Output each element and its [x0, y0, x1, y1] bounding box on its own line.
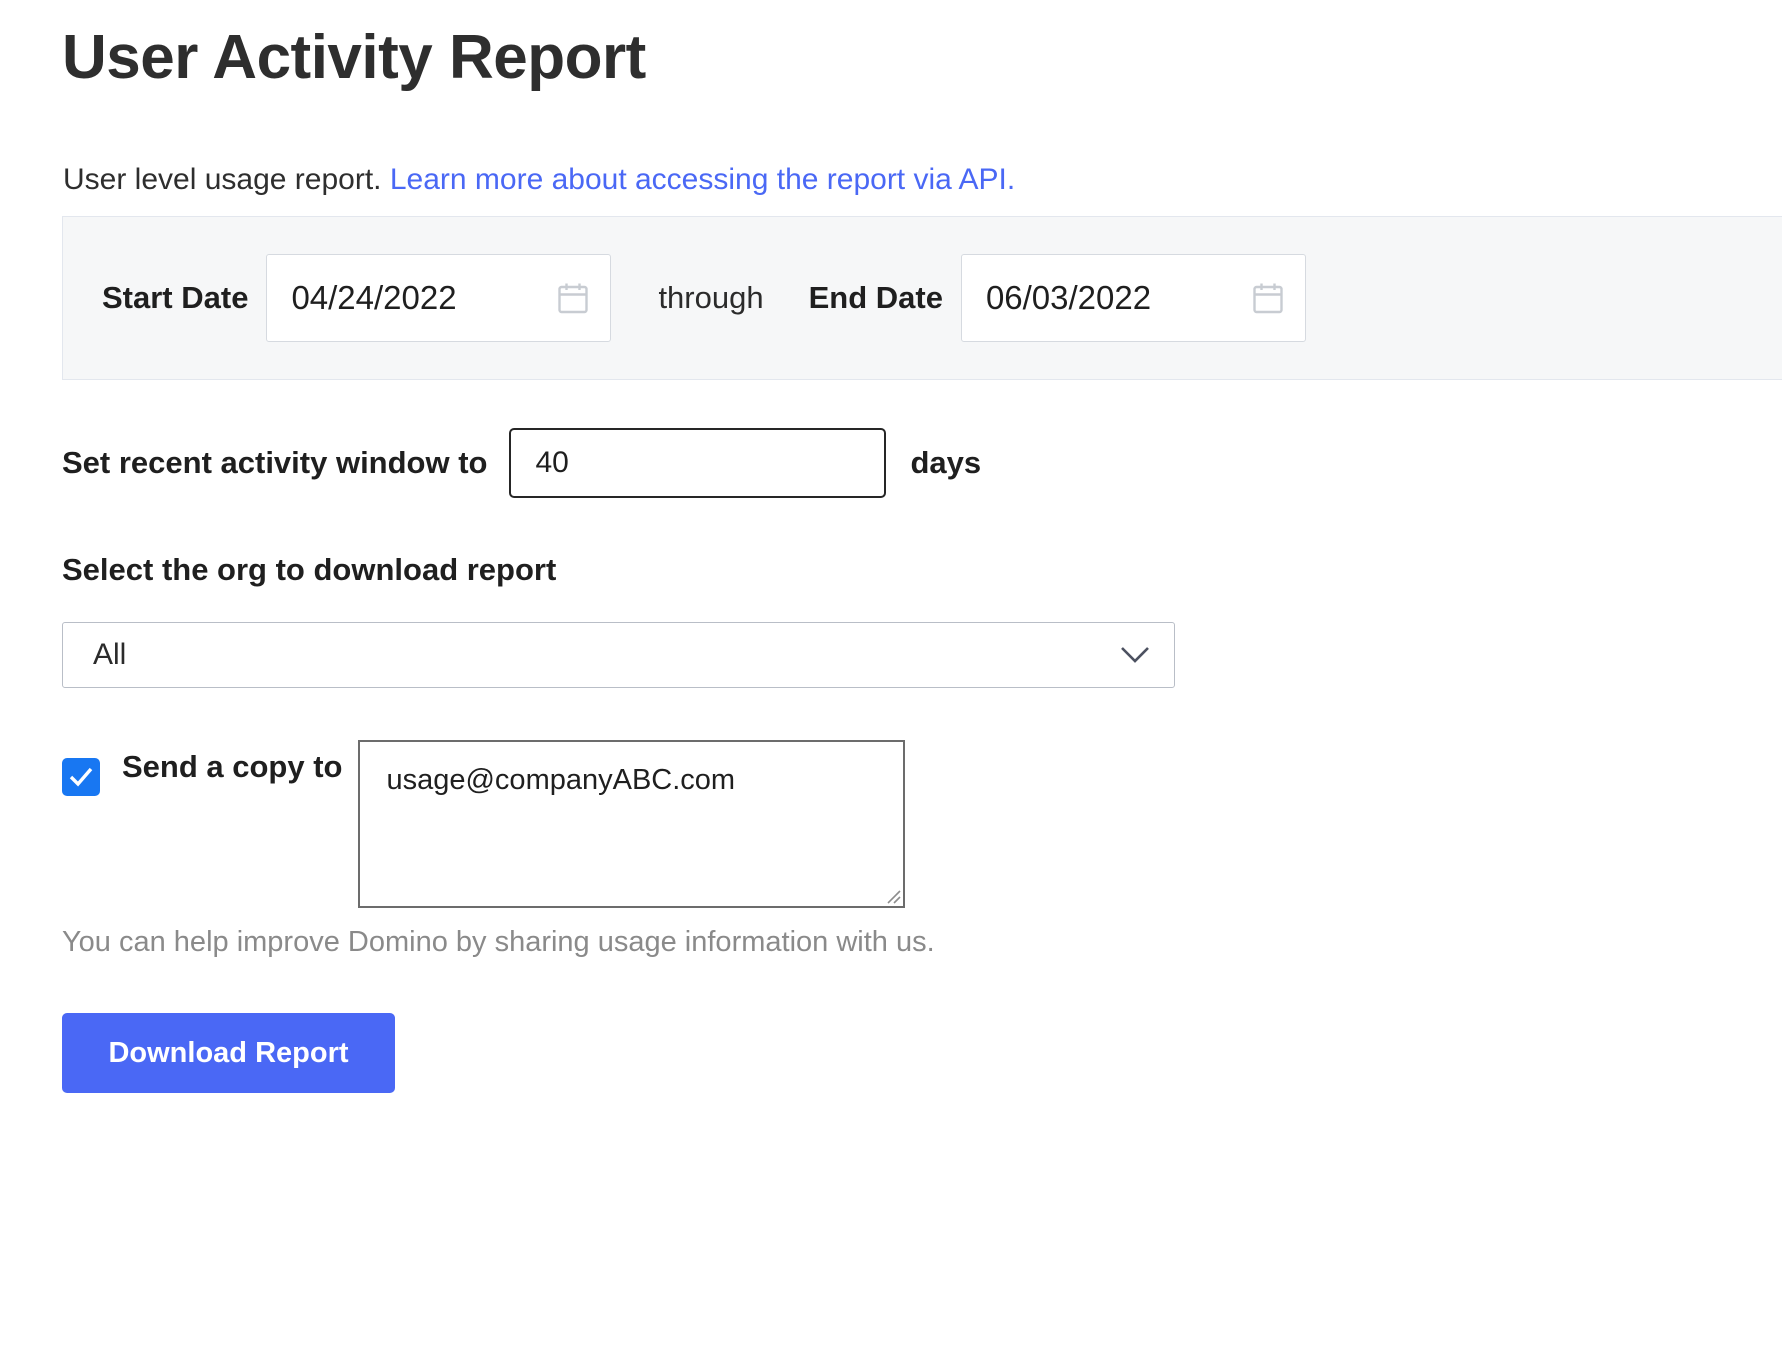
- start-date-input[interactable]: 04/24/2022: [266, 254, 612, 342]
- check-icon: [69, 767, 93, 787]
- date-range-panel: Start Date 04/24/2022 through End Date 0…: [62, 216, 1782, 380]
- start-date-value: 04/24/2022: [291, 279, 457, 316]
- through-label: through: [658, 280, 764, 315]
- send-copy-checkbox[interactable]: [62, 758, 100, 796]
- send-copy-label: Send a copy to: [122, 749, 343, 784]
- send-copy-row: Send a copy to usage@companyABC.com: [62, 740, 906, 908]
- page-title: User Activity Report: [62, 23, 646, 92]
- activity-window-row: Set recent activity window to 40 days: [62, 428, 981, 498]
- calendar-icon[interactable]: [558, 282, 589, 314]
- email-recipients-value: usage@companyABC.com: [386, 764, 736, 796]
- org-select-value: All: [93, 638, 127, 671]
- download-report-button[interactable]: Download Report: [62, 1013, 395, 1093]
- calendar-icon[interactable]: [1253, 282, 1283, 314]
- email-recipients-textarea[interactable]: usage@companyABC.com: [358, 740, 906, 908]
- start-date-label: Start Date: [102, 280, 249, 315]
- subtitle-text: User level usage report.: [63, 163, 382, 196]
- end-date-input[interactable]: 06/03/2022: [960, 254, 1306, 342]
- end-date-label: End Date: [808, 280, 943, 315]
- date-range-row: Start Date 04/24/2022 through End Date 0…: [63, 217, 1782, 379]
- org-select-dropdown[interactable]: All: [62, 622, 1175, 688]
- end-date-value: 06/03/2022: [985, 279, 1152, 316]
- usage-sharing-helper-text: You can help improve Domino by sharing u…: [62, 926, 935, 958]
- activity-window-value: 40: [535, 446, 569, 479]
- api-docs-link[interactable]: Learn more about accessing the report vi…: [390, 163, 1015, 196]
- chevron-down-icon[interactable]: [1120, 646, 1150, 664]
- resize-handle[interactable]: [885, 888, 902, 904]
- days-unit-label: days: [910, 445, 982, 480]
- page-subtitle: User level usage report. Learn more abou…: [63, 163, 1015, 197]
- user-activity-report-page: User Activity Report User level usage re…: [0, 0, 1782, 1350]
- activity-window-label: Set recent activity window to: [62, 445, 488, 480]
- org-select-label: Select the org to download report: [62, 552, 557, 587]
- activity-window-input[interactable]: 40: [509, 428, 887, 498]
